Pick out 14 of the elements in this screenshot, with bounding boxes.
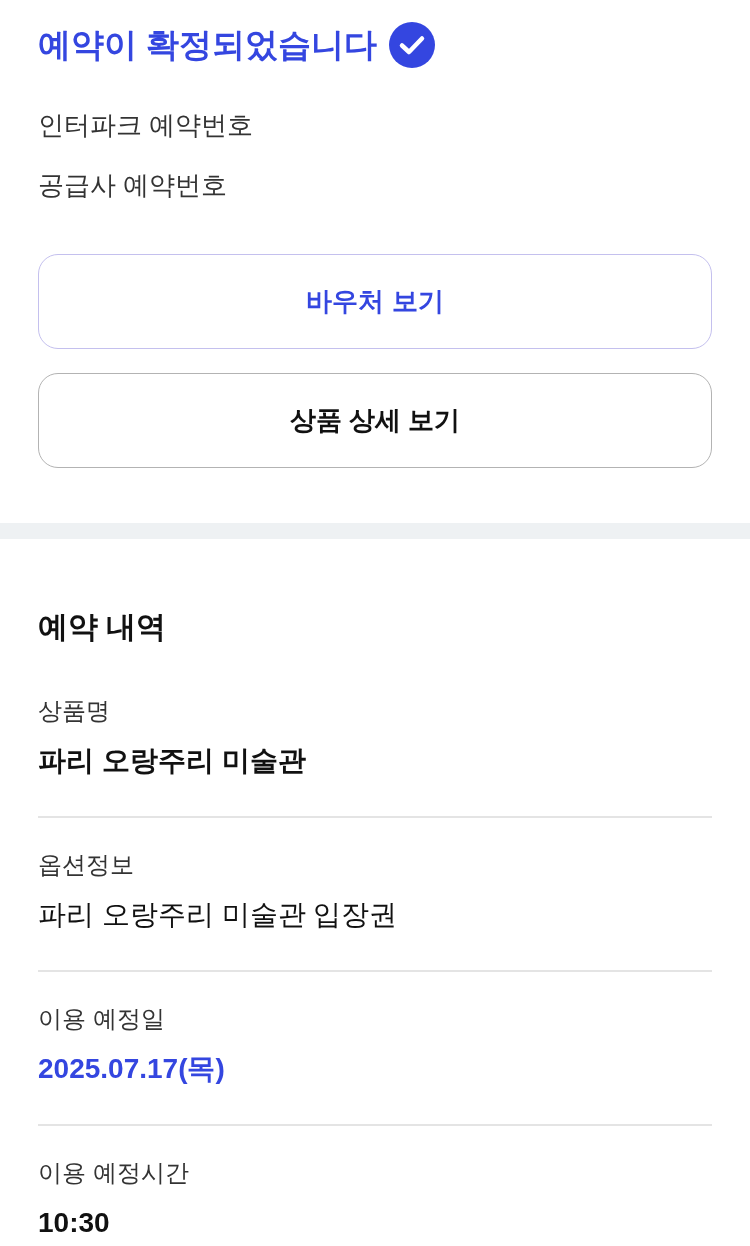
detail-value: 2025.07.17(목) bbox=[38, 1052, 225, 1086]
reference-label: 인터파크 예약번호 bbox=[38, 109, 254, 142]
detail-label: 옵션정보 bbox=[38, 850, 134, 880]
detail-label: 상품명 bbox=[38, 696, 110, 726]
detail-label: 이용 예정일 bbox=[38, 1004, 165, 1034]
detail-value: 파리 오랑주리 미술관 입장권 bbox=[38, 898, 398, 932]
detail-label: 이용 예정시간 bbox=[38, 1158, 189, 1188]
reference-label: 공급사 예약번호 bbox=[38, 169, 228, 202]
detail-value: 10:30 bbox=[38, 1206, 110, 1240]
voucher-button[interactable]: 바우처 보기 bbox=[38, 254, 712, 349]
confirmation-title: 예약이 확정되었습니다 bbox=[38, 25, 378, 65]
product-detail-button[interactable]: 상품 상세 보기 bbox=[38, 373, 712, 468]
section-title: 예약 내역 bbox=[38, 609, 167, 645]
detail-value: 파리 오랑주리 미술관 bbox=[38, 744, 306, 778]
